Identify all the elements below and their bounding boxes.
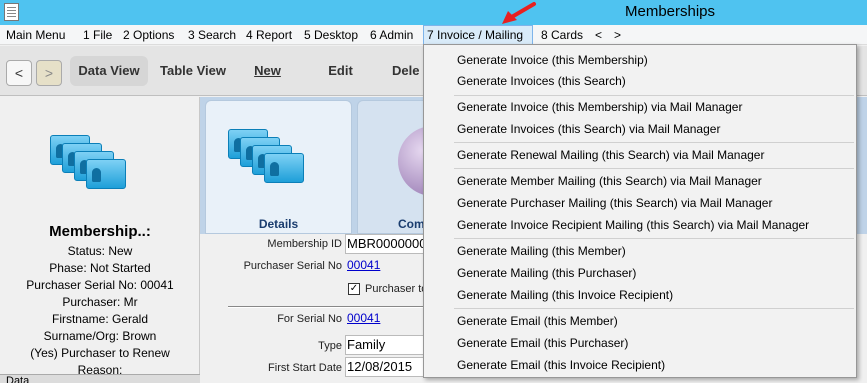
menu-generate-invoices-search[interactable]: Generate Invoices (this Search): [457, 70, 626, 92]
delete-button[interactable]: Dele: [392, 56, 423, 86]
data-view-button[interactable]: Data View: [70, 56, 148, 86]
menu-separator: [454, 308, 854, 309]
menu-separator: [454, 238, 854, 239]
menu-invoice-mailing[interactable]: 7 Invoice / Mailing: [423, 25, 533, 45]
menu-generate-member-mailing[interactable]: Generate Member Mailing (this Search) vi…: [457, 170, 762, 192]
purchaser-to-checkbox[interactable]: ✓: [348, 283, 360, 295]
back-button[interactable]: <: [6, 60, 32, 86]
summary-surname: Surname/Org: Brown: [43, 329, 157, 343]
purchaser-to-label: Purchaser to: [365, 283, 428, 295]
menu-generate-invoices-search-mail-manager[interactable]: Generate Invoices (this Search) via Mail…: [457, 118, 720, 140]
menu-main-menu[interactable]: Main Menu: [3, 25, 68, 45]
summary-title: Membership..:: [49, 223, 151, 240]
membership-id-label: Membership ID: [267, 238, 342, 250]
first-start-date-label: First Start Date: [268, 362, 342, 374]
data-section-label: Data: [0, 374, 200, 383]
summary-phase: Phase: Not Started: [49, 261, 151, 275]
menu-generate-mailing-member[interactable]: Generate Mailing (this Member): [457, 240, 626, 262]
app-icon[interactable]: [4, 3, 19, 21]
invoice-mailing-menu: Generate Invoice (this Membership) Gener…: [423, 44, 857, 378]
menu-generate-invoice-membership[interactable]: Generate Invoice (this Membership): [457, 49, 648, 71]
menu-report[interactable]: 4 Report: [243, 25, 295, 45]
menu-generate-renewal-mailing[interactable]: Generate Renewal Mailing (this Search) v…: [457, 144, 764, 166]
menu-generate-mailing-purchaser[interactable]: Generate Mailing (this Purchaser): [457, 262, 636, 284]
new-button[interactable]: New: [245, 56, 290, 86]
menu-scroll-right[interactable]: >: [611, 25, 624, 45]
menu-separator: [454, 168, 854, 169]
details-cards-icon: [228, 129, 308, 189]
menu-file[interactable]: 1 File: [80, 25, 115, 45]
menu-scroll-left[interactable]: <: [592, 25, 605, 45]
summary-panel: Membership..: Status: New Phase: Not Sta…: [0, 97, 200, 383]
for-serial-label: For Serial No: [277, 313, 342, 325]
first-start-date-value: 12/08/2015: [347, 359, 413, 374]
menu-admin[interactable]: 6 Admin: [367, 25, 416, 45]
menu-generate-invoice-membership-mail-manager[interactable]: Generate Invoice (this Membership) via M…: [457, 96, 742, 118]
menu-separator: [454, 142, 854, 143]
summary-purchaser: Purchaser: Mr: [62, 295, 138, 309]
summary-status: Status: New: [67, 244, 133, 258]
menu-search[interactable]: 3 Search: [185, 25, 239, 45]
summary-renew: (Yes) Purchaser to Renew: [30, 346, 170, 360]
menu-options[interactable]: 2 Options: [120, 25, 177, 45]
forward-button[interactable]: >: [36, 60, 62, 86]
menu-cards[interactable]: 8 Cards: [538, 25, 586, 45]
menu-generate-email-invoice-recipient[interactable]: Generate Email (this Invoice Recipient): [457, 354, 665, 376]
menu-bar: Main Menu 1 File 2 Options 3 Search 4 Re…: [0, 25, 867, 45]
title-bar: Memberships: [0, 0, 867, 25]
menu-generate-invoice-recipient-mailing[interactable]: Generate Invoice Recipient Mailing (this…: [457, 214, 809, 236]
menu-generate-mailing-invoice-recipient[interactable]: Generate Mailing (this Invoice Recipient…: [457, 284, 673, 306]
membership-id-value: MBR0000000: [347, 236, 425, 251]
menu-generate-email-member[interactable]: Generate Email (this Member): [457, 310, 618, 332]
purchaser-serial-link[interactable]: 00041: [347, 258, 380, 272]
type-label: Type: [318, 340, 342, 352]
table-view-button[interactable]: Table View: [155, 56, 231, 86]
summary-purchaser-serial: Purchaser Serial No: 00041: [26, 278, 174, 292]
menu-generate-email-purchaser[interactable]: Generate Email (this Purchaser): [457, 332, 628, 354]
tab-details-label: Details: [258, 217, 299, 231]
tab-details[interactable]: Details: [205, 100, 352, 234]
menu-generate-purchaser-mailing[interactable]: Generate Purchaser Mailing (this Search)…: [457, 192, 772, 214]
membership-cards-icon: [50, 135, 130, 195]
menu-desktop[interactable]: 5 Desktop: [301, 25, 361, 45]
red-arrow-icon: [502, 2, 536, 24]
purchaser-serial-label: Purchaser Serial No: [243, 260, 342, 272]
type-value: Family: [347, 337, 386, 352]
edit-button[interactable]: Edit: [318, 56, 363, 86]
for-serial-link[interactable]: 00041: [347, 311, 380, 325]
form-divider: [228, 306, 428, 308]
summary-firstname: Firstname: Gerald: [51, 312, 149, 326]
window-title: Memberships: [624, 3, 716, 20]
